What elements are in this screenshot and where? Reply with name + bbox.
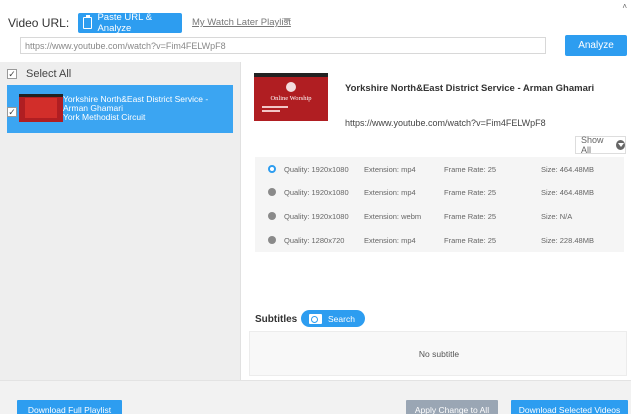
quality-radio-selected[interactable] <box>268 165 276 173</box>
frame-rate-value: Frame Rate: 25 <box>444 165 497 174</box>
video-url: https://www.youtube.com/watch?v=Fim4FELW… <box>345 118 546 128</box>
watch-later-playlist-link[interactable]: My Watch Later Playlist <box>192 17 291 28</box>
size-value: Size: N/A <box>541 212 573 221</box>
quality-value: Quality: 1920x1080 <box>284 212 349 221</box>
playlist-item-channel: York Methodist Circuit <box>63 112 146 122</box>
show-all-label: Show All <box>581 135 604 155</box>
playlist-item[interactable]: Yorkshire North&East District Service - … <box>7 85 233 133</box>
playlist-item-text: Yorkshire North&East District Service - … <box>63 95 208 122</box>
collapse-icon[interactable]: ˄ <box>622 2 627 11</box>
url-input[interactable] <box>20 37 546 54</box>
quality-row[interactable]: Quality: 1920x1080 Extension: webm Frame… <box>255 204 624 227</box>
church-logo-icon <box>286 82 296 92</box>
video-title: Yorkshire North&East District Service - … <box>345 83 595 94</box>
video-thumbnail <box>19 94 63 122</box>
search-button-label: Search <box>328 313 355 324</box>
quality-row[interactable]: Quality: 1280x720 Extension: mp4 Frame R… <box>255 228 624 251</box>
clipboard-icon <box>83 15 93 29</box>
analyze-button[interactable]: Analyze <box>565 35 627 56</box>
download-selected-videos-button[interactable]: Download Selected Videos <box>511 400 628 414</box>
bottom-bar: Download Full Playlist Apply Change to A… <box>0 380 631 414</box>
chevron-down-icon <box>616 140 625 150</box>
select-all-label: Select All <box>26 68 72 80</box>
select-all-checkbox[interactable]: ✓ <box>7 69 17 79</box>
apply-change-to-all-button[interactable]: Apply Change to All <box>406 400 498 414</box>
size-value: Size: 464.48MB <box>541 165 594 174</box>
video-thumbnail-large: Online Worship <box>254 73 328 121</box>
playlist-sidebar: ✓ Select All Yorkshire North&East Distri… <box>0 62 241 380</box>
quality-radio[interactable] <box>268 236 276 244</box>
subtitle-area: No subtitle <box>249 331 627 376</box>
size-value: Size: 464.48MB <box>541 188 594 197</box>
frame-rate-value: Frame Rate: 25 <box>444 212 497 221</box>
subtitles-label: Subtitles <box>255 314 298 325</box>
show-all-dropdown[interactable]: Show All <box>575 135 626 155</box>
frame-rate-value: Frame Rate: 25 <box>444 236 497 245</box>
paste-button-label: Paste URL & Analyze <box>97 12 153 34</box>
quality-list: Quality: 1920x1080 Extension: mp4 Frame … <box>255 157 624 252</box>
chevron-down-icon[interactable] <box>283 18 291 23</box>
quality-row[interactable]: Quality: 1920x1080 Extension: mp4 Frame … <box>255 180 624 203</box>
extension-value: Extension: mp4 <box>364 188 416 197</box>
video-detail-panel: Online Worship Yorkshire North&East Dist… <box>241 62 631 380</box>
no-subtitle-text: No subtitle <box>418 349 460 359</box>
top-bar: ˄ Video URL: Paste URL & Analyze My Watc… <box>0 0 631 62</box>
extension-value: Extension: mp4 <box>364 165 416 174</box>
thumbnail-title: Online Worship <box>270 95 312 102</box>
quality-value: Quality: 1920x1080 <box>284 165 349 174</box>
subtitle-search-button[interactable]: Search <box>301 310 365 327</box>
playlist-item-checkbox[interactable]: ✓ <box>7 107 17 117</box>
quality-value: Quality: 1920x1080 <box>284 188 349 197</box>
download-full-playlist-button[interactable]: Download Full Playlist <box>17 400 122 414</box>
extension-value: Extension: webm <box>364 212 422 221</box>
quality-value: Quality: 1280x720 <box>284 236 345 245</box>
extension-value: Extension: mp4 <box>364 236 416 245</box>
video-url-label: Video URL: <box>8 16 70 30</box>
quality-radio[interactable] <box>268 188 276 196</box>
quality-radio[interactable] <box>268 212 276 220</box>
subtitle-search-icon <box>309 313 322 324</box>
frame-rate-value: Frame Rate: 25 <box>444 188 497 197</box>
paste-url-analyze-button[interactable]: Paste URL & Analyze <box>78 12 182 34</box>
size-value: Size: 228.48MB <box>541 236 594 245</box>
quality-row[interactable]: Quality: 1920x1080 Extension: mp4 Frame … <box>255 157 624 180</box>
select-all-row[interactable]: ✓ Select All <box>7 68 71 80</box>
